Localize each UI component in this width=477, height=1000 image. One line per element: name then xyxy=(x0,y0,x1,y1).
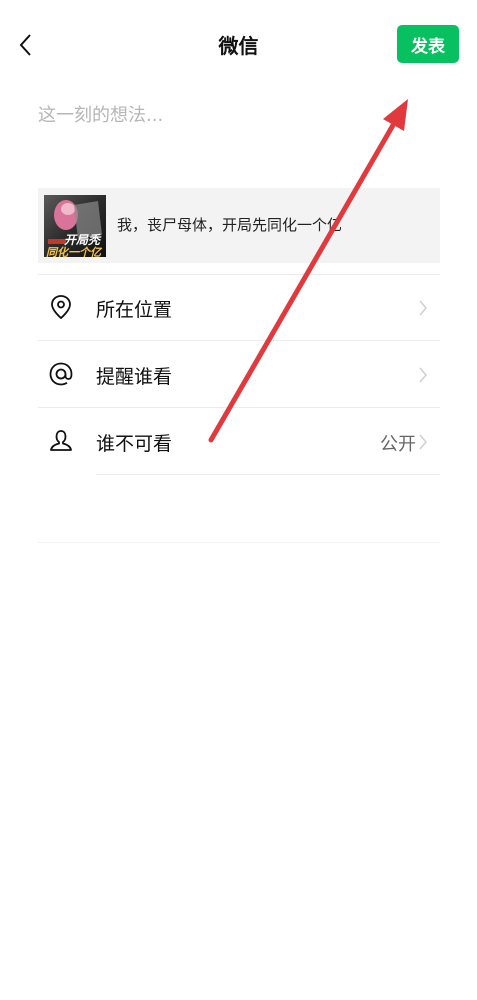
person-icon xyxy=(50,430,72,451)
divider xyxy=(96,474,440,475)
thought-input[interactable] xyxy=(38,98,438,132)
privacy-value: 公开 xyxy=(380,434,416,455)
divider xyxy=(38,340,440,341)
publish-button[interactable]: 发表 xyxy=(397,25,459,63)
at-sign-icon xyxy=(49,362,73,386)
thumbnail-caption-bottom: 同化一个亿 xyxy=(46,246,101,257)
top-bar: 微信 发表 xyxy=(0,0,477,88)
mention-label: 提醒谁看 xyxy=(96,366,173,388)
mention-row[interactable]: 提醒谁看 xyxy=(38,342,440,408)
book-cover-thumbnail: 开局秃 同化一个亿 xyxy=(44,195,106,257)
shared-link-title: 我，丧尸母体，开局先同化一个亿 xyxy=(117,216,343,234)
shared-link-card[interactable]: 开局秃 同化一个亿 我，丧尸母体，开局先同化一个亿 xyxy=(38,188,440,263)
moments-post-screen: 微信 发表 开局秃 同化一个亿 我，丧尸母 xyxy=(0,0,477,1000)
location-pin-icon xyxy=(51,295,71,320)
chevron-right-icon xyxy=(419,434,427,450)
privacy-label: 谁不可看 xyxy=(96,433,173,455)
divider xyxy=(38,542,440,543)
divider xyxy=(38,407,440,408)
chevron-right-icon xyxy=(419,367,427,383)
annotation-arrow-icon xyxy=(208,99,408,443)
privacy-row[interactable]: 谁不可看 公开 xyxy=(38,409,440,475)
location-row[interactable]: 所在位置 xyxy=(38,275,440,341)
location-label: 所在位置 xyxy=(96,299,173,321)
chevron-right-icon xyxy=(419,300,427,316)
